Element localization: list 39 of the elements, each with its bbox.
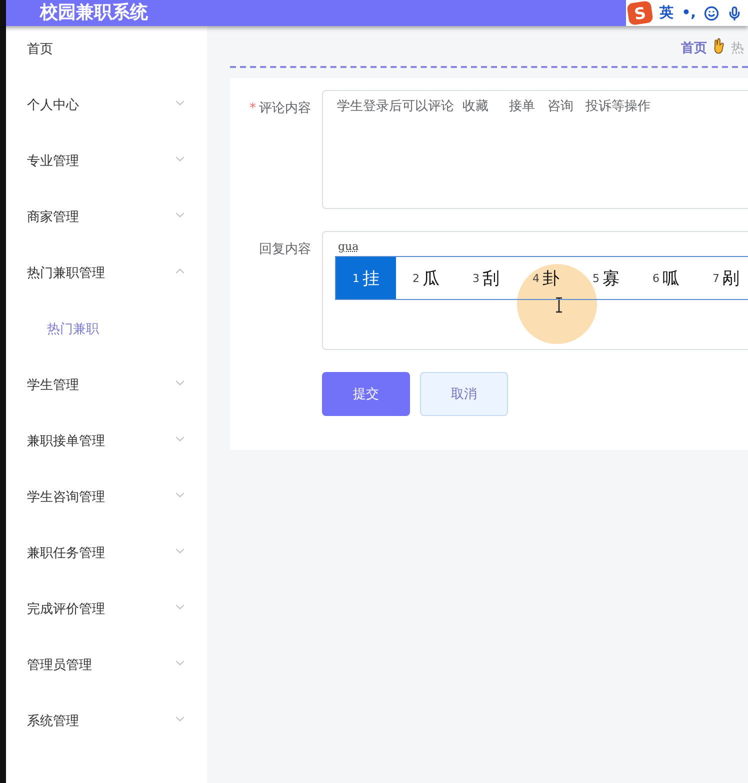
sidebar-item-label: 学生管理: [27, 377, 79, 394]
sidebar-item-label: 学生咨询管理: [27, 489, 105, 506]
sidebar-item[interactable]: 管理员管理: [6, 656, 207, 712]
microphone-icon[interactable]: [727, 6, 742, 20]
ime-logo[interactable]: S: [626, 0, 654, 26]
sidebar-item[interactable]: 热门兼职管理: [6, 264, 207, 320]
sidebar-item[interactable]: 专业管理: [6, 152, 207, 208]
sidebar-item-label: 首页: [27, 41, 53, 58]
sidebar-item-label: 专业管理: [27, 153, 79, 170]
comment-field[interactable]: 学生登录后可以评论 收藏 接单 咨询 投诉等操作: [322, 90, 748, 209]
field-label: * 评论内容: [248, 100, 311, 118]
sidebar-item[interactable]: 完成评价管理: [6, 600, 207, 656]
sidebar-item[interactable]: 兼职任务管理: [6, 544, 207, 600]
cancel-button[interactable]: 取消: [420, 372, 508, 416]
sidebar-item[interactable]: 商家管理: [6, 208, 207, 264]
sidebar-item[interactable]: 系统管理: [6, 712, 207, 768]
sidebar-item-label: 热门兼职管理: [27, 265, 105, 282]
sidebar-item[interactable]: 首页: [6, 40, 207, 96]
ime-punctuation[interactable]: •,: [682, 5, 696, 21]
sidebar-subitem[interactable]: 热门兼职: [6, 320, 207, 376]
sidebar-item-label: 管理员管理: [27, 657, 92, 674]
sidebar-item-label: 个人中心: [27, 97, 79, 114]
sidebar-item[interactable]: 兼职接单管理: [6, 432, 207, 488]
sidebar-item-label: 兼职任务管理: [27, 545, 105, 562]
field-label: 回复内容: [258, 241, 311, 259]
sidebar-item-label: 完成评价管理: [27, 601, 105, 618]
breadcrumb-link[interactable]: 首页: [681, 39, 707, 57]
text-cursor-icon: [555, 296, 563, 312]
sidebar-item[interactable]: 学生咨询管理: [6, 488, 207, 544]
app-title: 校园兼职系统: [40, 2, 148, 23]
sidebar-item-label: 系统管理: [27, 713, 79, 730]
submit-button[interactable]: 提交: [322, 372, 410, 416]
sidebar-item-label: 商家管理: [27, 209, 79, 226]
sidebar-item-label: 兼职接单管理: [27, 433, 105, 450]
sidebar-item[interactable]: 个人中心: [6, 96, 207, 152]
required-mark: *: [250, 101, 256, 116]
emoji-icon[interactable]: [704, 6, 719, 20]
ime-mode[interactable]: 英: [660, 4, 674, 22]
sidebar-item[interactable]: 学生管理: [6, 376, 207, 432]
